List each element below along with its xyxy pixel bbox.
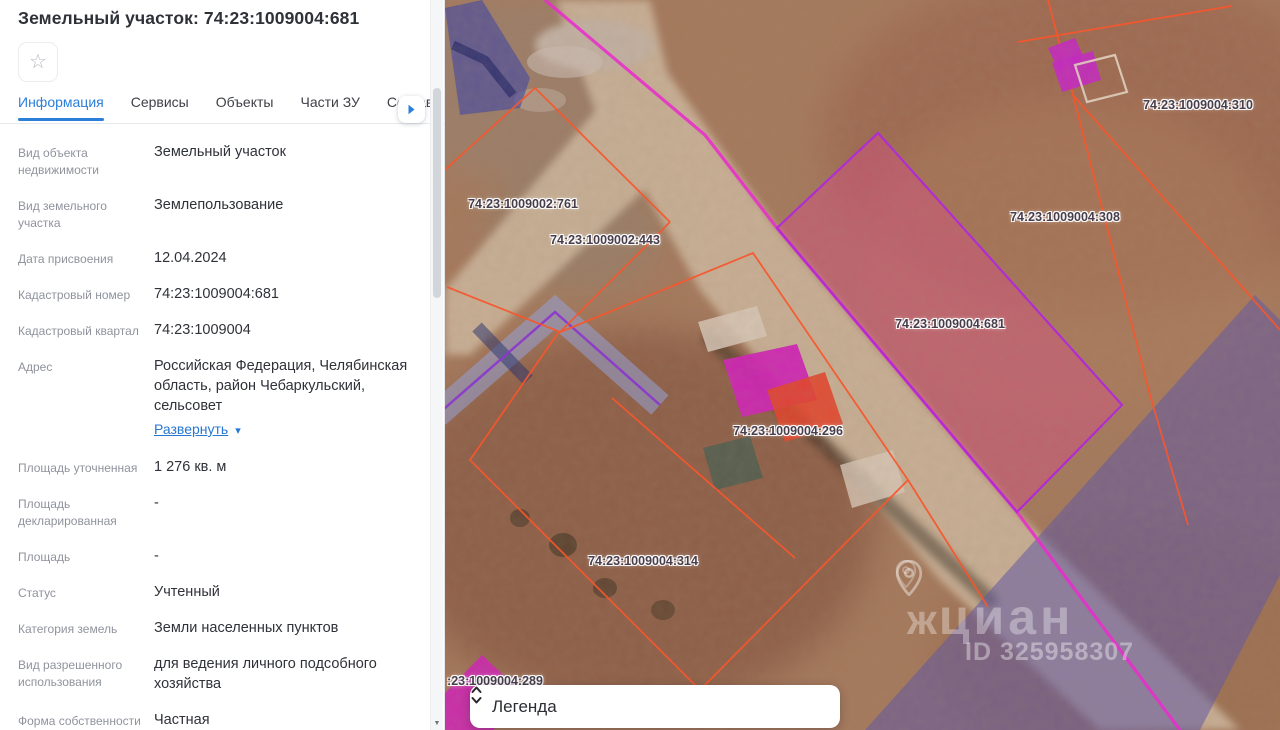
field-row: Форма собственности Частная: [18, 710, 416, 730]
field-row: Вид объекта недвижимости Земельный участо…: [18, 142, 416, 179]
tab-1[interactable]: Сервисы: [131, 94, 189, 120]
tab-info[interactable]: Информация: [18, 94, 104, 121]
field-row: Площадь декларированная -: [18, 493, 416, 530]
field-label: Кадастровый номер: [18, 288, 131, 302]
field-row: Статус Учтенный: [18, 582, 416, 602]
field-label: Вид объекта недвижимости: [18, 146, 99, 177]
field-row: Вид земельного участка Землепользование: [18, 195, 416, 232]
field-row: Кадастровый номер 74:23:1009004:681: [18, 284, 416, 304]
field-value: -: [154, 548, 159, 564]
field-label: Площадь уточненная: [18, 461, 138, 475]
parcel-number-label: 74:23:1009004:310: [1143, 98, 1253, 112]
field-row: Площадь -: [18, 546, 416, 566]
object-attributes-list: Вид объекта недвижимости Земельный участо…: [18, 142, 416, 730]
field-label: Статус: [18, 586, 56, 600]
field-label: Вид земельного участка: [18, 199, 107, 230]
field-label: Дата присвоения: [18, 252, 114, 266]
map-canvas[interactable]: жциан ID 325958307 Легенда 74:23:1009002…: [445, 0, 1280, 730]
field-value: Земельный участок: [154, 144, 286, 160]
field-value: 1 276 кв. м: [154, 459, 227, 475]
field-row: Категория земель Земли населенных пунктов: [18, 618, 416, 638]
legend-label: Легенда: [492, 696, 557, 716]
object-info-panel: Земельный участок: 74:23:1009004:681 ☆ И…: [0, 0, 445, 730]
tab-bar: ИнформацияСервисыОбъектыЧасти ЗУСостав: [0, 94, 445, 124]
field-value: Учтенный: [154, 584, 220, 600]
field-value: Российская Федерация, Челябинская област…: [150, 356, 416, 441]
parcel-number-label: 74:23:1009002:443: [550, 233, 660, 247]
chevron-down-icon: ▾: [235, 425, 241, 437]
field-value: 12.04.2024: [154, 250, 227, 266]
field-row: Площадь уточненная 1 276 кв. м: [18, 457, 416, 477]
parcel-number-label: 74:23:1009002:761: [468, 197, 578, 211]
page-title: Земельный участок: 74:23:1009004:681: [18, 8, 360, 28]
chevron-right-icon: [408, 104, 415, 115]
parcel-number-label: 74:23:1009004:296: [733, 424, 843, 438]
parcel-number-label: 74:23:1009004:308: [1010, 210, 1120, 224]
field-value: -: [154, 495, 159, 511]
field-label: Категория земель: [18, 622, 118, 636]
star-icon: ☆: [29, 51, 47, 73]
field-value: для ведения личного подсобного хозяйства: [154, 656, 377, 692]
chevron-up-down-icon: [471, 686, 482, 704]
scrollbar-thumb[interactable]: [433, 88, 441, 298]
tab-bar-divider: [0, 123, 445, 124]
favorite-button[interactable]: ☆: [18, 42, 58, 82]
panel-scrollbar[interactable]: ▼: [430, 0, 443, 730]
field-label: Адрес: [18, 360, 53, 374]
field-label: Форма собственности: [18, 714, 141, 728]
field-value: Частная: [154, 712, 210, 728]
field-row: Дата присвоения 12.04.2024: [18, 248, 416, 268]
tabs-scroll-right-button[interactable]: [398, 96, 425, 123]
scrollbar-arrow-down-icon[interactable]: ▼: [431, 716, 443, 730]
parcel-number-label: 74:23:1009004:681: [895, 317, 1005, 331]
address-expand-link[interactable]: Развернуть: [154, 419, 228, 439]
tab-2[interactable]: Объекты: [216, 94, 274, 120]
field-row: Кадастровый квартал 74:23:1009004: [18, 320, 416, 340]
field-label: Вид разрешенного использования: [18, 658, 123, 689]
field-label: Площадь декларированная: [18, 497, 117, 528]
field-value: 74:23:1009004:681: [154, 286, 279, 302]
parcel-number-label: 74:23:1009004:314: [588, 554, 698, 568]
field-row: Адрес Российская Федерация, Челябинская о…: [18, 356, 416, 441]
legend-dropdown[interactable]: Легенда: [470, 685, 840, 728]
field-label: Кадастровый квартал: [18, 324, 139, 338]
field-value: Земли населенных пунктов: [154, 620, 339, 636]
field-value: 74:23:1009004: [154, 322, 251, 338]
field-value: Землепользование: [154, 197, 284, 213]
field-row: Вид разрешенного использования для ведени…: [18, 654, 416, 694]
cadastral-map-app: Земельный участок: 74:23:1009004:681 ☆ И…: [0, 0, 1280, 730]
field-label: Площадь: [18, 550, 71, 564]
tab-3[interactable]: Части ЗУ: [300, 94, 359, 120]
